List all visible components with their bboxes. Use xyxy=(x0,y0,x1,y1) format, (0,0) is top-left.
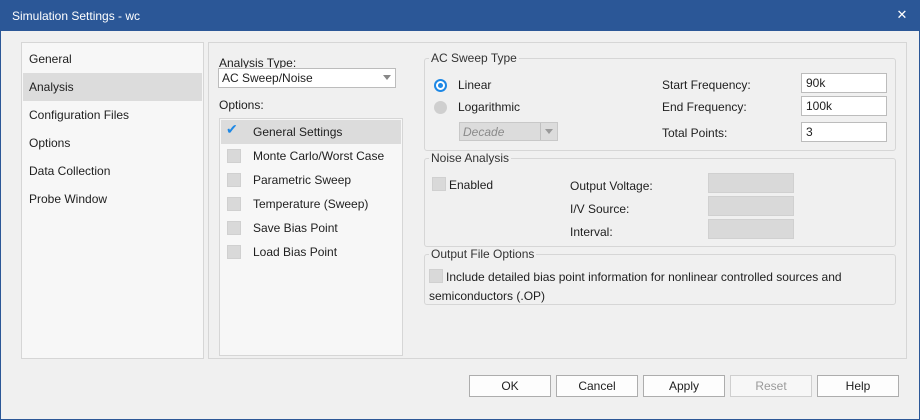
option-label: Monte Carlo/Worst Case xyxy=(253,149,385,163)
start-frequency-label: Start Frequency: xyxy=(662,78,751,92)
help-button[interactable]: Help xyxy=(817,375,899,397)
iv-source-input[interactable] xyxy=(708,196,794,216)
output-file-options-title: Output File Options xyxy=(429,247,537,261)
bias-point-checkbox[interactable] xyxy=(429,269,443,283)
noise-enabled-checkbox[interactable] xyxy=(432,177,446,191)
sidebar-item-general[interactable]: General xyxy=(23,45,202,73)
reset-button[interactable]: Reset xyxy=(730,375,812,397)
option-temperature-sweep[interactable]: Temperature (Sweep) xyxy=(221,192,401,216)
analysis-type-value: AC Sweep/Noise xyxy=(222,71,313,85)
analysis-type-select[interactable]: AC Sweep/Noise xyxy=(218,68,396,88)
sidebar-item-configuration-files[interactable]: Configuration Files xyxy=(23,101,202,129)
option-checkbox[interactable] xyxy=(227,173,241,187)
option-checkbox[interactable] xyxy=(227,245,241,259)
noise-enabled-label: Enabled xyxy=(449,178,494,192)
output-voltage-input[interactable] xyxy=(708,173,794,193)
log-unit-select[interactable]: Decade xyxy=(459,122,558,141)
settings-category-list: General Analysis Configuration Files Opt… xyxy=(21,42,204,359)
option-general-settings[interactable]: ✔ General Settings xyxy=(221,120,401,144)
sidebar-item-options[interactable]: Options xyxy=(23,129,202,157)
option-label: General Settings xyxy=(253,125,343,139)
end-frequency-input[interactable] xyxy=(801,96,887,116)
apply-button[interactable]: Apply xyxy=(643,375,725,397)
ac-sweep-type-group: AC Sweep Type Linear Logarithmic Decade … xyxy=(424,51,896,151)
logarithmic-label: Logarithmic xyxy=(458,100,521,114)
checkmark-icon: ✔ xyxy=(226,121,238,137)
option-checkbox[interactable] xyxy=(227,221,241,235)
option-load-bias-point[interactable]: Load Bias Point xyxy=(221,240,401,264)
option-parametric-sweep[interactable]: Parametric Sweep xyxy=(221,168,401,192)
option-label: Temperature (Sweep) xyxy=(253,197,369,211)
select-divider xyxy=(540,123,541,140)
option-checkbox[interactable] xyxy=(227,149,241,163)
options-list: ✔ General Settings Monte Carlo/Worst Cas… xyxy=(219,118,403,356)
option-label: Parametric Sweep xyxy=(253,173,352,187)
window-title: Simulation Settings - wc xyxy=(12,9,141,23)
analysis-panel: Analysis Type: AC Sweep/Noise Options: ✔… xyxy=(208,42,907,359)
option-label: Load Bias Point xyxy=(253,245,338,259)
logarithmic-radio[interactable] xyxy=(434,101,447,114)
noise-analysis-title: Noise Analysis xyxy=(429,151,512,165)
log-unit-value: Decade xyxy=(463,125,505,139)
close-icon[interactable]: ✕ xyxy=(891,4,913,26)
sidebar-item-probe-window[interactable]: Probe Window xyxy=(23,185,202,213)
title-bar: Simulation Settings - wc ✕ xyxy=(1,1,919,31)
option-save-bias-point[interactable]: Save Bias Point xyxy=(221,216,401,240)
noise-analysis-group: Noise Analysis Enabled Output Voltage: I… xyxy=(424,151,896,247)
linear-radio[interactable] xyxy=(434,79,447,92)
bias-point-label-line2: semiconductors (.OP) xyxy=(429,289,546,303)
chevron-down-icon xyxy=(383,75,391,80)
end-frequency-label: End Frequency: xyxy=(662,100,747,114)
simulation-settings-dialog: Simulation Settings - wc ✕ General Analy… xyxy=(0,0,920,420)
linear-label: Linear xyxy=(458,78,492,92)
start-frequency-input[interactable] xyxy=(801,73,887,93)
sidebar-item-analysis[interactable]: Analysis xyxy=(23,73,202,101)
output-file-options-group: Output File Options Include detailed bia… xyxy=(424,247,896,305)
ac-sweep-type-title: AC Sweep Type xyxy=(429,51,519,65)
sidebar-item-data-collection[interactable]: Data Collection xyxy=(23,157,202,185)
output-voltage-label: Output Voltage: xyxy=(570,179,653,193)
bias-point-label-line1: Include detailed bias point information … xyxy=(446,270,842,284)
total-points-input[interactable] xyxy=(801,122,887,142)
ok-button[interactable]: OK xyxy=(469,375,551,397)
option-checkbox[interactable] xyxy=(227,197,241,211)
chevron-down-icon xyxy=(545,129,553,134)
option-label: Save Bias Point xyxy=(253,221,338,235)
interval-input[interactable] xyxy=(708,219,794,239)
total-points-label: Total Points: xyxy=(662,126,728,140)
option-monte-carlo[interactable]: Monte Carlo/Worst Case xyxy=(221,144,401,168)
iv-source-label: I/V Source: xyxy=(570,202,630,216)
options-label: Options: xyxy=(219,98,264,112)
cancel-button[interactable]: Cancel xyxy=(556,375,638,397)
interval-label: Interval: xyxy=(570,225,613,239)
